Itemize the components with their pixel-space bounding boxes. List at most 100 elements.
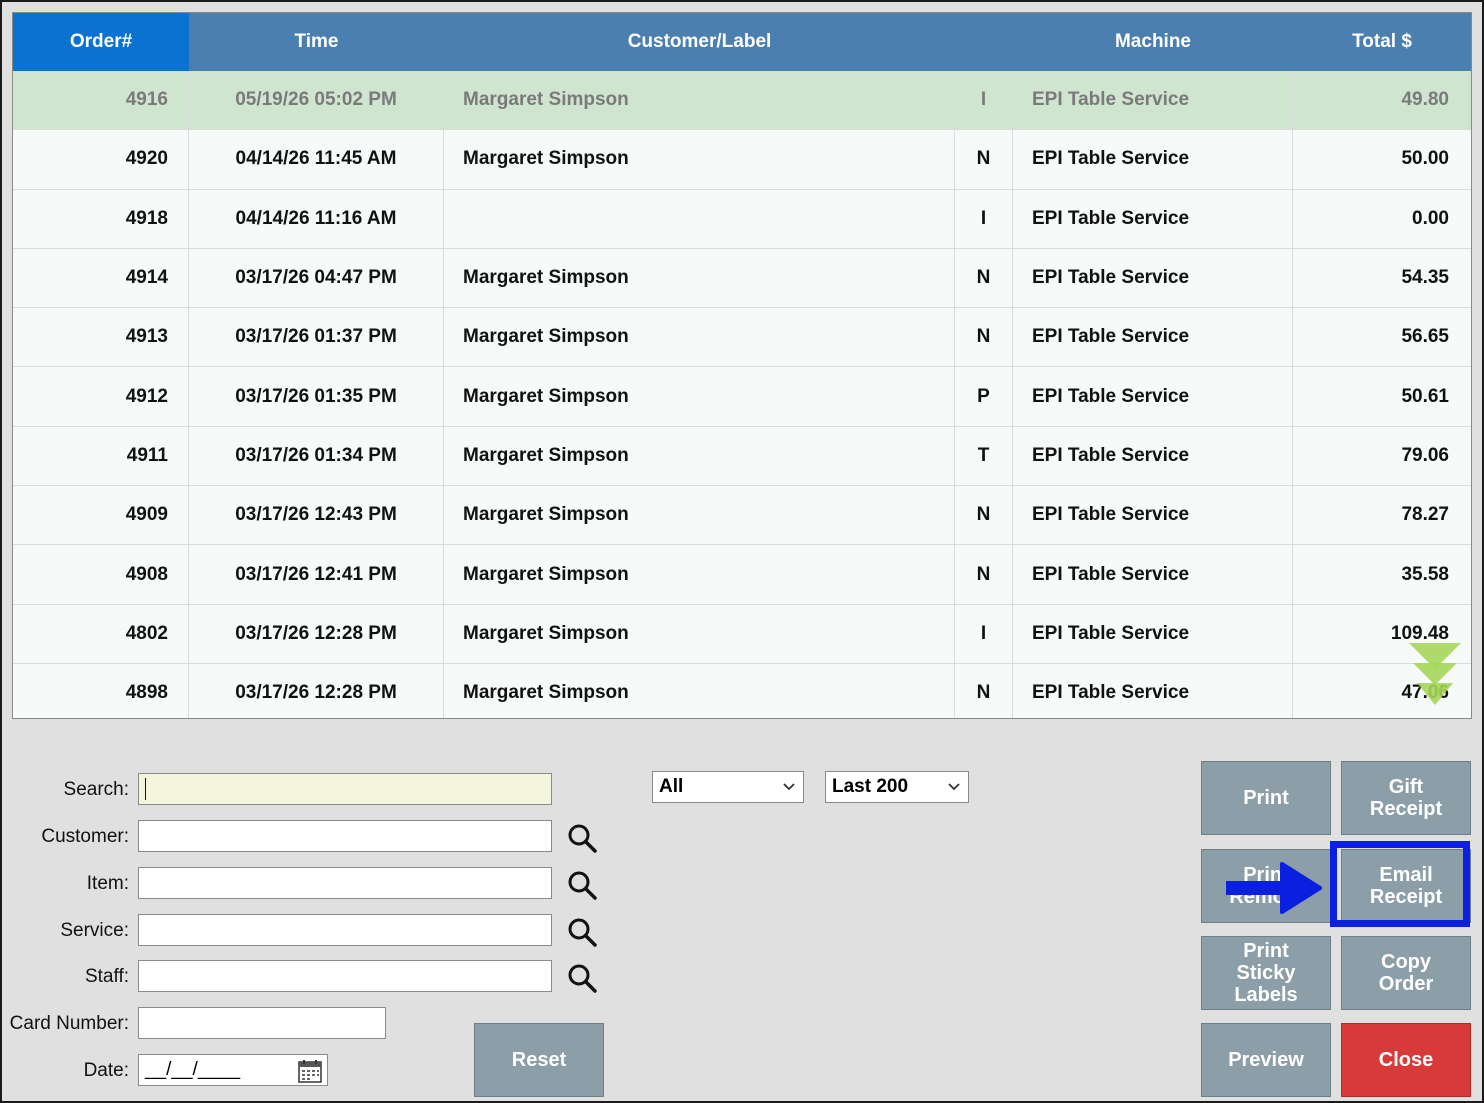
cell-time: 03/17/26 01:37 PM — [189, 308, 444, 367]
close-button[interactable]: Close — [1341, 1023, 1471, 1097]
table-row[interactable]: 4916 05/19/26 05:02 PM Margaret Simpson I EP… — [13, 71, 1471, 131]
customer-label: Customer: — [41, 826, 129, 847]
cell-customer: Margaret Simpson — [444, 308, 955, 367]
print-sticky-labels-button[interactable]: Print Sticky Labels — [1201, 936, 1331, 1010]
header-total[interactable]: Total $ — [1293, 13, 1471, 71]
cell-time: 03/17/26 12:43 PM — [189, 486, 444, 545]
cell-total: 54.35 — [1401, 267, 1449, 289]
cell-code: T — [955, 426, 1013, 486]
date-label: Date: — [83, 1060, 129, 1081]
cell-total: 56.65 — [1401, 326, 1449, 348]
table-row[interactable]: 4898 03/17/26 12:28 PM Margaret Simpson N EP… — [13, 663, 1471, 718]
cell-customer: Margaret Simpson — [444, 486, 955, 545]
cell-order: 4912 — [13, 367, 189, 426]
customer-input[interactable] — [138, 820, 552, 852]
header-order[interactable]: Order# — [13, 13, 189, 71]
print-button[interactable]: Print — [1201, 761, 1331, 835]
staff-magnifier-icon[interactable] — [566, 962, 598, 994]
cell-order: 4918 — [13, 189, 189, 248]
cell-order: 4920 — [13, 130, 189, 189]
cell-time: 03/17/26 01:34 PM — [189, 426, 444, 486]
date-input[interactable]: __/__/____ — [138, 1054, 328, 1086]
cell-order: 4911 — [13, 426, 189, 486]
arrow-right-icon — [1226, 862, 1322, 914]
header-code[interactable] — [955, 13, 1013, 71]
cell-time: 04/14/26 11:16 AM — [189, 189, 444, 248]
cell-code: N — [955, 308, 1013, 367]
header-customer[interactable]: Customer/Label — [444, 13, 955, 71]
cell-code: I — [955, 604, 1013, 663]
cell-code: I — [955, 71, 1013, 130]
text-cursor — [145, 778, 146, 800]
cell-order: 4908 — [13, 545, 189, 604]
table-row[interactable]: 4920 04/14/26 11:45 AM Margaret Simpson N EP… — [13, 130, 1471, 190]
table-row[interactable]: 4908 03/17/26 12:41 PM Margaret Simpson N EP… — [13, 545, 1471, 605]
preview-button[interactable]: Preview — [1201, 1023, 1331, 1097]
service-magnifier-icon[interactable] — [566, 916, 598, 948]
cell-total: 49.80 — [1401, 89, 1449, 111]
cell-machine: EPI Table Service — [1013, 545, 1293, 604]
cell-code: N — [955, 663, 1013, 718]
table-row[interactable]: 4912 03/17/26 01:35 PM Margaret Simpson P EP… — [13, 367, 1471, 427]
cell-order: 4916 — [13, 71, 189, 130]
order-lookup-window: Order# Time Customer/Label Machine Total… — [0, 0, 1484, 1103]
email-receipt-highlight — [1330, 841, 1470, 927]
cell-total: 78.27 — [1401, 504, 1449, 526]
cell-customer: Margaret Simpson — [444, 71, 955, 130]
chevron-down-icon — [783, 783, 795, 791]
cell-code: N — [955, 486, 1013, 545]
cell-time: 03/17/26 12:41 PM — [189, 545, 444, 604]
cell-machine: EPI Table Service — [1013, 130, 1293, 189]
table-row[interactable]: 4909 03/17/26 12:43 PM Margaret Simpson N EP… — [13, 486, 1471, 546]
item-input[interactable] — [138, 867, 552, 899]
cell-customer: Margaret Simpson — [444, 545, 955, 604]
table-row[interactable]: 4914 03/17/26 04:47 PM Margaret Simpson N EP… — [13, 248, 1471, 309]
calendar-icon[interactable] — [297, 1058, 323, 1084]
card-number-input[interactable] — [138, 1007, 386, 1039]
range-select-value: Last 200 — [832, 776, 909, 797]
cell-time: 03/17/26 12:28 PM — [189, 604, 444, 663]
table-row[interactable]: 4913 03/17/26 01:37 PM Margaret Simpson N EP… — [13, 308, 1471, 368]
scroll-down-icon[interactable] — [1405, 641, 1465, 715]
cell-customer: Margaret Simpson — [444, 248, 955, 308]
range-select[interactable]: Last 200 — [825, 771, 969, 803]
customer-magnifier-icon[interactable] — [566, 822, 598, 854]
table-row[interactable]: 4918 04/14/26 11:16 AM I EPI Table Service 0… — [13, 189, 1471, 249]
table-row[interactable]: 4911 03/17/26 01:34 PM Margaret Simpson T EP… — [13, 426, 1471, 487]
cell-machine: EPI Table Service — [1013, 71, 1293, 130]
header-time[interactable]: Time — [189, 13, 444, 71]
orders-table: Order# Time Customer/Label Machine Total… — [12, 12, 1472, 719]
cell-total: 79.06 — [1401, 444, 1449, 466]
type-select[interactable]: All — [652, 771, 804, 803]
cell-customer: Margaret Simpson — [444, 130, 955, 189]
cell-code: N — [955, 130, 1013, 189]
cell-total: 50.61 — [1401, 385, 1449, 407]
cell-machine: EPI Table Service — [1013, 604, 1293, 663]
cell-order: 4909 — [13, 486, 189, 545]
gift-receipt-button[interactable]: Gift Receipt — [1341, 761, 1471, 835]
table-row[interactable]: 4802 03/17/26 12:28 PM Margaret Simpson I EP… — [13, 604, 1471, 664]
cell-customer: Margaret Simpson — [444, 663, 955, 718]
item-label: Item: — [86, 873, 129, 894]
card-number-label: Card Number: — [9, 1013, 129, 1034]
cell-time: 04/14/26 11:45 AM — [189, 130, 444, 189]
copy-order-button[interactable]: Copy Order — [1341, 936, 1471, 1010]
search-label: Search: — [63, 779, 129, 800]
staff-input[interactable] — [138, 960, 552, 992]
cell-time: 05/19/26 05:02 PM — [189, 71, 444, 130]
search-input[interactable] — [138, 773, 552, 805]
cell-machine: EPI Table Service — [1013, 367, 1293, 426]
cell-time: 03/17/26 01:35 PM — [189, 367, 444, 426]
cell-code: I — [955, 189, 1013, 248]
header-machine[interactable]: Machine — [1013, 13, 1293, 71]
cell-time: 03/17/26 12:28 PM — [189, 663, 444, 718]
cell-time: 03/17/26 04:47 PM — [189, 248, 444, 308]
type-select-value: All — [659, 776, 684, 797]
item-magnifier-icon[interactable] — [566, 869, 598, 901]
reset-button[interactable]: Reset — [474, 1023, 604, 1097]
table-body: 4916 05/19/26 05:02 PM Margaret Simpson I EP… — [13, 71, 1471, 718]
cell-order: 4913 — [13, 308, 189, 367]
service-input[interactable] — [138, 914, 552, 946]
cell-machine: EPI Table Service — [1013, 248, 1293, 308]
staff-label: Staff: — [84, 966, 129, 987]
